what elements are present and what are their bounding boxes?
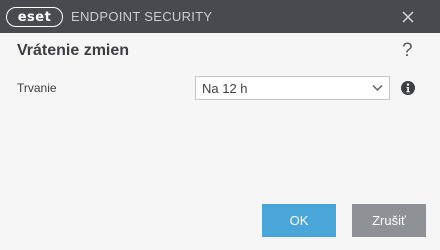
close-button[interactable]	[400, 9, 416, 25]
duration-select-value: Na 12 h	[202, 81, 248, 96]
duration-select[interactable]: Na 12 h	[195, 76, 390, 100]
eset-logo: eset	[6, 7, 63, 27]
title-bar: eset ENDPOINT SECURITY	[0, 0, 440, 33]
product-name: ENDPOINT SECURITY	[71, 9, 213, 24]
info-icon	[401, 81, 415, 95]
duration-label: Trvanie	[17, 81, 57, 95]
info-button[interactable]	[401, 81, 415, 95]
ok-button[interactable]: OK	[262, 204, 336, 237]
help-button[interactable]: ?	[402, 40, 418, 62]
close-icon	[402, 11, 414, 23]
logo-text: eset	[6, 7, 63, 27]
cancel-button[interactable]: Zrušiť	[352, 204, 426, 237]
dialog-title: Vrátenie zmien	[17, 42, 130, 59]
chevron-down-icon	[372, 85, 383, 91]
